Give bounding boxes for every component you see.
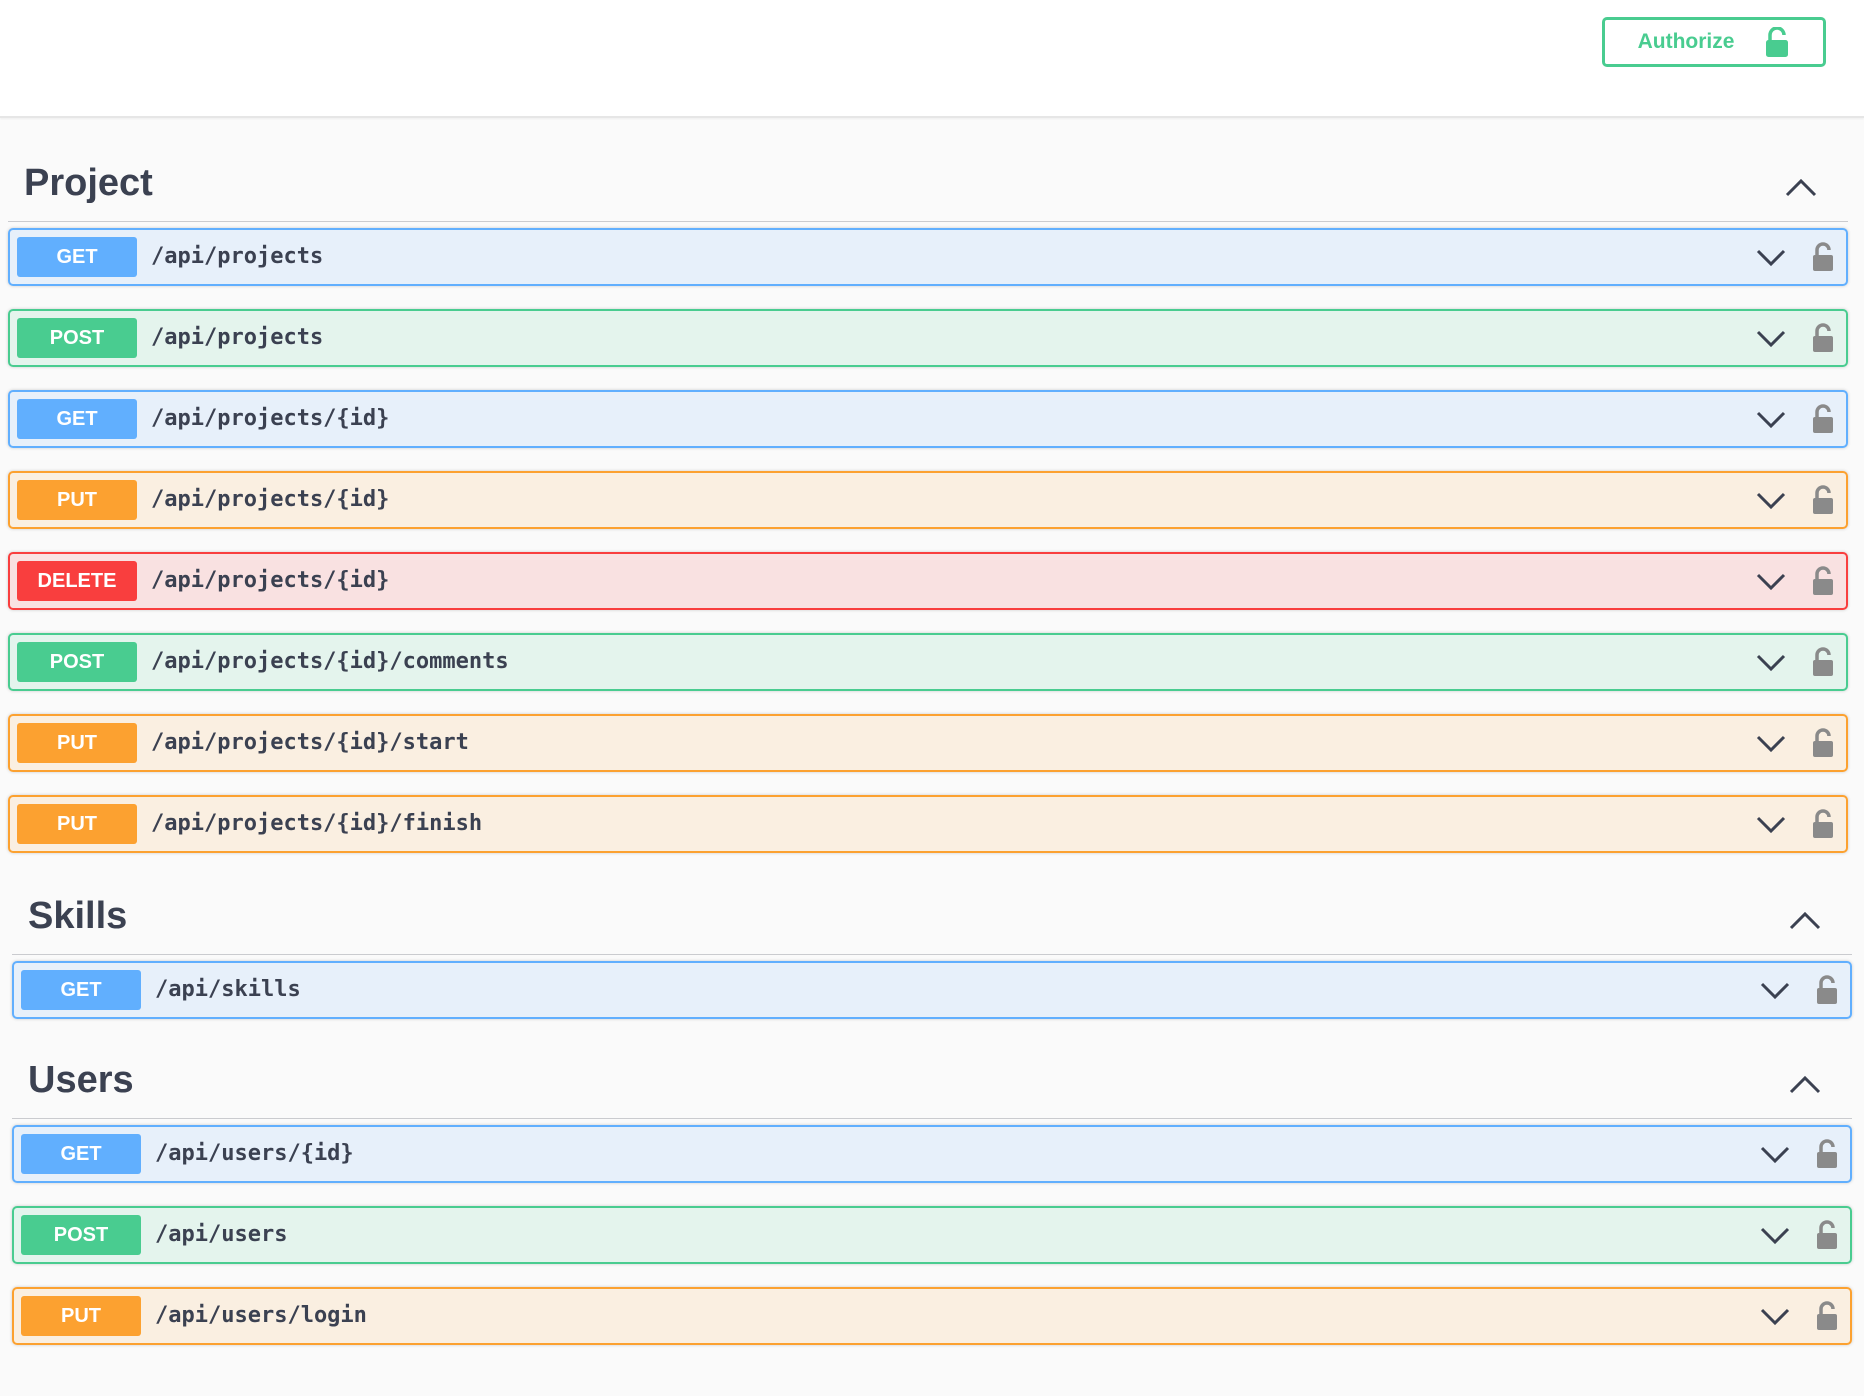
- method-badge: POST: [17, 642, 137, 682]
- operation-path: /api/projects: [151, 244, 324, 269]
- method-badge: POST: [21, 1215, 141, 1255]
- operation-path: /api/users/login: [155, 1303, 367, 1328]
- operation-path: /api/projects/{id}/finish: [151, 811, 483, 836]
- authorize-label: Authorize: [1637, 30, 1735, 53]
- unlocked-lock-icon[interactable]: [1812, 566, 1834, 596]
- method-badge: PUT: [21, 1296, 141, 1336]
- section-title: Project: [24, 162, 153, 204]
- unlocked-lock-icon[interactable]: [1812, 647, 1834, 677]
- operation-row-post[interactable]: POST/api/projects/{id}/comments: [8, 633, 1848, 691]
- operation-row-delete[interactable]: DELETE/api/projects/{id}: [8, 552, 1848, 610]
- chevron-down-icon[interactable]: [1756, 652, 1786, 674]
- chevron-down-icon[interactable]: [1760, 1225, 1790, 1247]
- method-badge: GET: [21, 970, 141, 1010]
- chevron-up-icon[interactable]: [1788, 908, 1822, 932]
- authorize-button[interactable]: Authorize: [1602, 17, 1826, 67]
- unlocked-lock-icon[interactable]: [1812, 485, 1834, 515]
- chevron-up-icon[interactable]: [1784, 175, 1818, 199]
- unlocked-lock-icon: [1766, 27, 1789, 57]
- operation-row-put[interactable]: PUT/api/projects/{id}: [8, 471, 1848, 529]
- chevron-down-icon[interactable]: [1756, 571, 1786, 593]
- unlocked-lock-icon[interactable]: [1812, 242, 1834, 272]
- operation-path: /api/skills: [155, 977, 301, 1002]
- unlocked-lock-icon[interactable]: [1812, 728, 1834, 758]
- chevron-down-icon[interactable]: [1756, 814, 1786, 836]
- operation-row-get[interactable]: GET/api/users/{id}: [12, 1125, 1852, 1183]
- operation-row-get[interactable]: GET/api/projects: [8, 228, 1848, 286]
- unlocked-lock-icon[interactable]: [1812, 404, 1834, 434]
- operation-path: /api/projects/{id}: [151, 568, 390, 593]
- operation-path: /api/users: [155, 1222, 288, 1247]
- operation-row-post[interactable]: POST/api/users: [12, 1206, 1852, 1264]
- section-title: Users: [28, 1059, 134, 1101]
- chevron-down-icon[interactable]: [1756, 733, 1786, 755]
- operation-path: /api/projects: [151, 325, 324, 350]
- method-badge: GET: [17, 399, 137, 439]
- unlocked-lock-icon[interactable]: [1816, 975, 1838, 1005]
- method-badge: GET: [21, 1134, 141, 1174]
- section-header-skills[interactable]: Skills: [12, 851, 1852, 955]
- operation-row-put[interactable]: PUT/api/users/login: [12, 1287, 1852, 1345]
- chevron-down-icon[interactable]: [1756, 247, 1786, 269]
- chevron-down-icon[interactable]: [1756, 328, 1786, 350]
- method-badge: POST: [17, 318, 137, 358]
- unlocked-lock-icon[interactable]: [1816, 1220, 1838, 1250]
- section-header-project[interactable]: Project: [8, 118, 1848, 222]
- method-badge: PUT: [17, 804, 137, 844]
- chevron-down-icon[interactable]: [1760, 1306, 1790, 1328]
- chevron-down-icon[interactable]: [1756, 409, 1786, 431]
- method-badge: GET: [17, 237, 137, 277]
- top-bar: Authorize: [0, 0, 1864, 118]
- chevron-down-icon[interactable]: [1756, 490, 1786, 512]
- operation-path: /api/projects/{id}: [151, 487, 390, 512]
- section-title: Skills: [28, 895, 128, 937]
- unlocked-lock-icon[interactable]: [1812, 323, 1834, 353]
- section-header-users[interactable]: Users: [12, 1015, 1852, 1119]
- operation-path: /api/projects/{id}: [151, 406, 390, 431]
- operation-path: /api/users/{id}: [155, 1141, 354, 1166]
- method-badge: PUT: [17, 480, 137, 520]
- operation-row-get[interactable]: GET/api/skills: [12, 961, 1852, 1019]
- operation-row-put[interactable]: PUT/api/projects/{id}/start: [8, 714, 1848, 772]
- operation-row-put[interactable]: PUT/api/projects/{id}/finish: [8, 795, 1848, 853]
- operation-path: /api/projects/{id}/comments: [151, 649, 509, 674]
- unlocked-lock-icon[interactable]: [1812, 809, 1834, 839]
- chevron-down-icon[interactable]: [1760, 1144, 1790, 1166]
- chevron-down-icon[interactable]: [1760, 980, 1790, 1002]
- method-badge: PUT: [17, 723, 137, 763]
- operation-path: /api/projects/{id}/start: [151, 730, 469, 755]
- operation-row-post[interactable]: POST/api/projects: [8, 309, 1848, 367]
- chevron-up-icon[interactable]: [1788, 1072, 1822, 1096]
- operation-row-get[interactable]: GET/api/projects/{id}: [8, 390, 1848, 448]
- unlocked-lock-icon[interactable]: [1816, 1139, 1838, 1169]
- method-badge: DELETE: [17, 561, 137, 601]
- unlocked-lock-icon[interactable]: [1816, 1301, 1838, 1331]
